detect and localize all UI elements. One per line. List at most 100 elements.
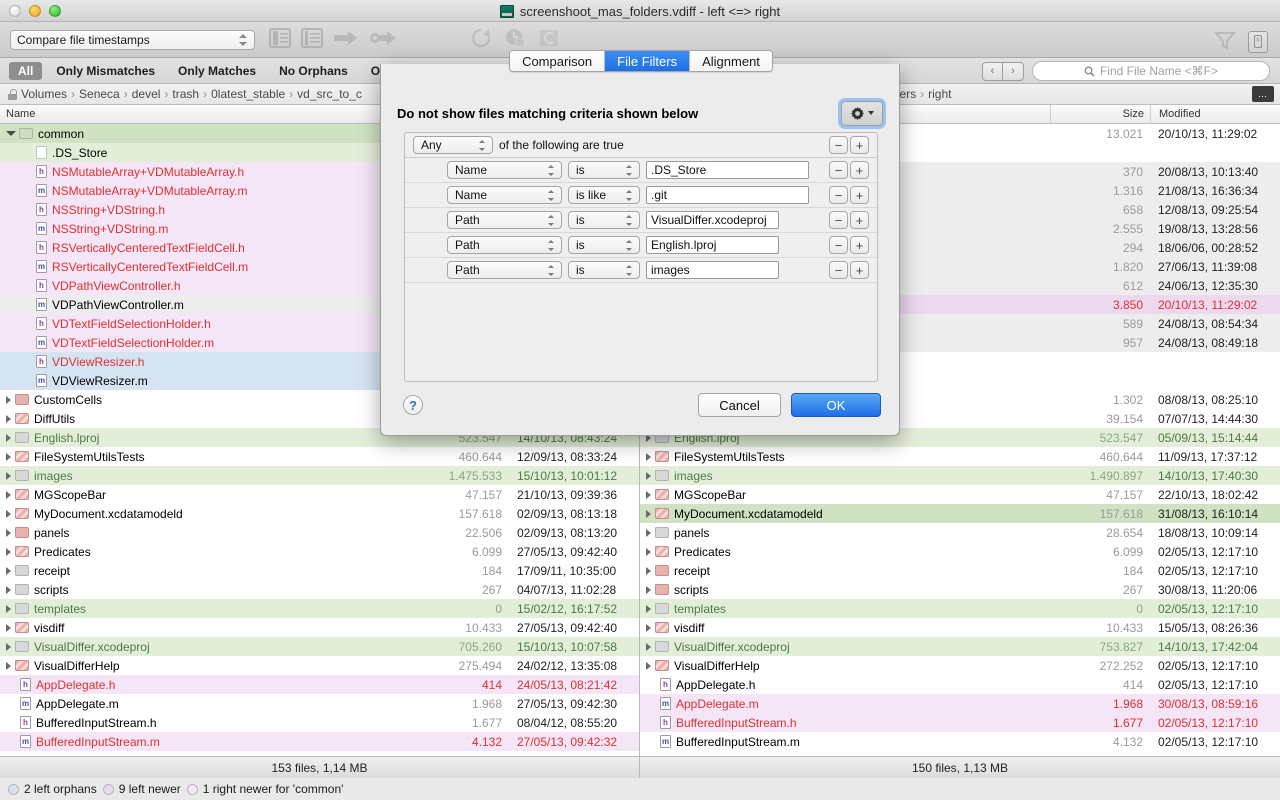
rule-value-input[interactable]: .DS_Store	[646, 161, 809, 179]
breadcrumb-left-5[interactable]: vd_src_to_c	[297, 87, 362, 101]
help-button[interactable]: ?	[403, 395, 423, 415]
time-machine-icon[interactable]: 11	[503, 27, 527, 52]
rule-attribute-select[interactable]: Path	[447, 211, 562, 229]
column-header-name[interactable]: Name	[0, 105, 410, 124]
table-row[interactable]: receipt 184 17/09/11, 10:35:00	[0, 561, 639, 580]
arrow-blocked-right-icon[interactable]	[369, 28, 399, 51]
table-row[interactable]: m AppDelegate.m 1.968 30/08/13, 08:59:16	[640, 694, 1280, 713]
table-row[interactable]: visdiff 10.433 27/05/13, 09:42:40	[0, 618, 639, 637]
table-row[interactable]: MyDocument.xcdatamodeld 157.618 02/09/13, …	[0, 504, 639, 523]
table-row[interactable]: m AppDelegate.m 1.968 27/05/13, 09:42:30	[0, 694, 639, 713]
rule-operator-select[interactable]: is	[568, 211, 640, 229]
rule-operator-select[interactable]: is	[568, 161, 640, 179]
rule-value-input[interactable]: English.lproj	[646, 236, 779, 254]
close-button[interactable]	[9, 4, 21, 17]
disclosure-closed-icon[interactable]	[646, 452, 651, 461]
copy-left-icon[interactable]	[269, 28, 291, 51]
disclosure-closed-icon[interactable]	[646, 490, 651, 499]
remove-rule-button[interactable]: −	[829, 261, 848, 279]
zoom-button[interactable]	[49, 4, 61, 17]
disclosure-closed-icon[interactable]	[6, 471, 11, 480]
table-row[interactable]: templates 0 15/02/12, 16:17:52	[0, 599, 639, 618]
add-rule-button[interactable]: +	[850, 186, 869, 204]
filter-presets-button[interactable]	[841, 100, 883, 126]
back-button[interactable]: ‹	[982, 61, 1003, 81]
rule-value-input[interactable]: images	[646, 261, 779, 279]
add-rule-button[interactable]: +	[850, 161, 869, 179]
tab-comparison[interactable]: Comparison	[510, 51, 606, 71]
rule-value-input[interactable]: VisualDiffer.xcodeproj	[646, 211, 779, 229]
remove-rule-button[interactable]: −	[829, 186, 848, 204]
table-row[interactable]: h BufferedInputStream.h 1.677 08/04/12, 08:…	[0, 713, 639, 732]
match-mode-select[interactable]: Any	[413, 136, 493, 154]
disclosure-closed-icon[interactable]	[646, 547, 651, 556]
add-rule-button[interactable]: +	[850, 136, 869, 154]
disclosure-closed-icon[interactable]	[6, 490, 11, 499]
table-row[interactable]: h AppDelegate.h 414 02/05/13, 12:17:10	[640, 675, 1280, 694]
breadcrumb-left-0[interactable]: Volumes	[21, 87, 67, 101]
remove-rule-button[interactable]: −	[829, 236, 848, 254]
disclosure-closed-icon[interactable]	[6, 452, 11, 461]
breadcrumb-left-2[interactable]: devel	[132, 87, 161, 101]
rule-attribute-select[interactable]: Name	[447, 161, 562, 179]
breadcrumb-right-3[interactable]: right	[928, 87, 951, 101]
table-row[interactable]: FileSystemUtilsTests 460.644 12/09/13, 08:…	[0, 447, 639, 466]
table-row[interactable]: visdiff 10.433 15/05/13, 08:26:36	[640, 618, 1280, 637]
table-row[interactable]: MGScopeBar 47.157 21/10/13, 09:39:36	[0, 485, 639, 504]
remove-rule-button[interactable]: −	[829, 136, 848, 154]
disclosure-closed-icon[interactable]	[646, 471, 651, 480]
disclosure-closed-icon[interactable]	[6, 414, 11, 423]
forward-button[interactable]: ›	[1003, 61, 1024, 81]
choose-folder-button[interactable]: ⋯	[1252, 86, 1274, 102]
disclosure-closed-icon[interactable]	[646, 623, 651, 632]
rule-operator-select[interactable]: is	[568, 236, 640, 254]
table-row[interactable]: VisualDifferHelp 272.252 02/05/13, 12:17:1…	[640, 656, 1280, 675]
column-header-size[interactable]: Size	[1050, 104, 1150, 124]
window-controls[interactable]	[9, 4, 61, 17]
disclosure-closed-icon[interactable]	[646, 642, 651, 651]
disclosure-closed-icon[interactable]	[6, 623, 11, 632]
open-folder-icon[interactable]	[537, 27, 561, 52]
inspector-icon[interactable]	[1248, 30, 1268, 53]
breadcrumb-left-3[interactable]: trash	[172, 87, 199, 101]
disclosure-closed-icon[interactable]	[6, 585, 11, 594]
rule-attribute-select[interactable]: Path	[447, 236, 562, 254]
filter-funnel-icon[interactable]	[1213, 30, 1237, 53]
disclosure-closed-icon[interactable]	[6, 528, 11, 537]
rule-operator-select[interactable]: is like	[568, 186, 640, 204]
disclosure-closed-icon[interactable]	[6, 547, 11, 556]
table-row[interactable]: Predicates 6.099 02/05/13, 12:17:10	[640, 542, 1280, 561]
compare-mode-popup[interactable]: Compare file timestamps	[10, 29, 255, 50]
remove-rule-button[interactable]: −	[829, 211, 848, 229]
table-row[interactable]: templates 0 02/05/13, 12:17:10	[640, 599, 1280, 618]
disclosure-closed-icon[interactable]	[6, 395, 11, 404]
add-rule-button[interactable]: +	[850, 211, 869, 229]
disclosure-closed-icon[interactable]	[646, 604, 651, 613]
table-row[interactable]: scripts 267 04/07/13, 11:02:28	[0, 580, 639, 599]
rule-operator-select[interactable]: is	[568, 261, 640, 279]
table-row[interactable]: h BufferedInputStream.h 1.677 02/05/13, 12:…	[640, 713, 1280, 732]
cancel-button[interactable]: Cancel	[698, 393, 781, 417]
disclosure-closed-icon[interactable]	[6, 661, 11, 670]
tab-alignment[interactable]: Alignment	[690, 51, 772, 71]
filter-segment-only-mismatches[interactable]: Only Mismatches	[47, 62, 164, 80]
table-row[interactable]: scripts 267 30/08/13, 11:20:06	[640, 580, 1280, 599]
table-row[interactable]: panels 28.654 18/08/13, 10:09:14	[640, 523, 1280, 542]
disclosure-closed-icon[interactable]	[646, 509, 651, 518]
table-row[interactable]: VisualDiffer.xcodeproj 705.260 15/10/13, 1…	[0, 637, 639, 656]
history-nav-buttons[interactable]: ‹ ›	[982, 61, 1024, 81]
disclosure-open-icon[interactable]	[6, 131, 16, 136]
breadcrumb-left-1[interactable]: Seneca	[79, 87, 120, 101]
add-rule-button[interactable]: +	[850, 236, 869, 254]
filter-segment-all[interactable]: All	[9, 61, 43, 80]
table-row[interactable]: MyDocument.xcdatamodeld 157.618 31/08/13, …	[640, 504, 1280, 523]
table-row[interactable]: VisualDiffer.xcodeproj 753.827 14/10/13, 1…	[640, 637, 1280, 656]
table-row[interactable]: VisualDifferHelp 275.494 24/02/12, 13:35:0…	[0, 656, 639, 675]
table-row[interactable]: FileSystemUtilsTests 460.644 11/09/13, 17:…	[640, 447, 1280, 466]
add-rule-button[interactable]: +	[850, 261, 869, 279]
disclosure-closed-icon[interactable]	[6, 509, 11, 518]
search-input[interactable]: Find File Name <⌘F>	[1032, 61, 1270, 81]
table-row[interactable]: MGScopeBar 47.157 22/10/13, 18:02:42	[640, 485, 1280, 504]
table-row[interactable]: h AppDelegate.h 414 24/05/13, 08:21:42	[0, 675, 639, 694]
disclosure-closed-icon[interactable]	[6, 433, 11, 442]
